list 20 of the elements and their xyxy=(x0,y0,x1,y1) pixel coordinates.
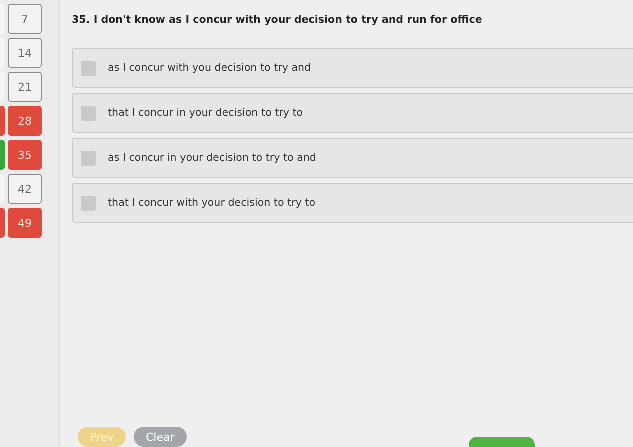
submit-button[interactable] xyxy=(469,437,535,447)
question-number-button[interactable]: 49 xyxy=(8,208,42,238)
answer-option[interactable]: that I concur in your decision to try to xyxy=(72,93,633,133)
checkbox[interactable] xyxy=(81,106,96,120)
status-strip[interactable] xyxy=(0,106,5,136)
answer-option[interactable]: as I concur in your decision to try to and xyxy=(72,138,633,178)
answer-option[interactable]: as I concur with you decision to try and xyxy=(72,48,633,88)
question-number-button[interactable]: 28 xyxy=(8,106,42,136)
question-number-button[interactable]: 42 xyxy=(8,174,42,204)
answer-option[interactable]: that I concur with your decision to try to xyxy=(72,183,633,223)
question-number-button[interactable]: 14 xyxy=(8,38,42,68)
question-number-button[interactable]: 35 xyxy=(8,140,42,170)
checkbox[interactable] xyxy=(81,196,96,210)
question-number-button[interactable]: 21 xyxy=(8,72,42,102)
checkbox[interactable] xyxy=(81,150,96,166)
checkbox[interactable] xyxy=(81,60,96,76)
question-number-button[interactable]: 7 xyxy=(8,4,42,34)
status-strip[interactable] xyxy=(0,140,5,170)
status-strip[interactable] xyxy=(0,208,5,238)
question-text: 35. I don't know as I concur with your decision to try and run for office xyxy=(72,14,484,26)
